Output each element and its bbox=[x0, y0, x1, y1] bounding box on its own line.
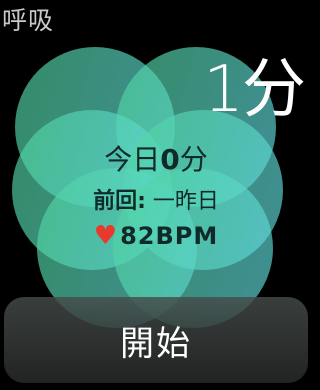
today-unit: 分 bbox=[179, 143, 208, 176]
last-session-value: 一昨日 bbox=[152, 189, 219, 214]
last-session-label: 前回: bbox=[93, 189, 146, 214]
today-value: 0 bbox=[160, 143, 180, 176]
start-button-label: 開始 bbox=[120, 323, 192, 364]
heart-icon: ♥ bbox=[93, 221, 119, 251]
heart-rate: ♥82BPM bbox=[0, 218, 312, 254]
last-session: 前回: 一昨日 bbox=[0, 186, 312, 218]
session-duration[interactable]: 1分 bbox=[203, 52, 306, 128]
duration-unit: 分 bbox=[242, 53, 306, 127]
duration-value: 1 bbox=[203, 53, 244, 127]
start-button[interactable]: 開始 bbox=[4, 297, 308, 383]
heart-rate-value: 82BPM bbox=[120, 222, 219, 250]
today-label: 今日 bbox=[104, 143, 161, 176]
today-summary: 今日0分 bbox=[0, 140, 312, 180]
